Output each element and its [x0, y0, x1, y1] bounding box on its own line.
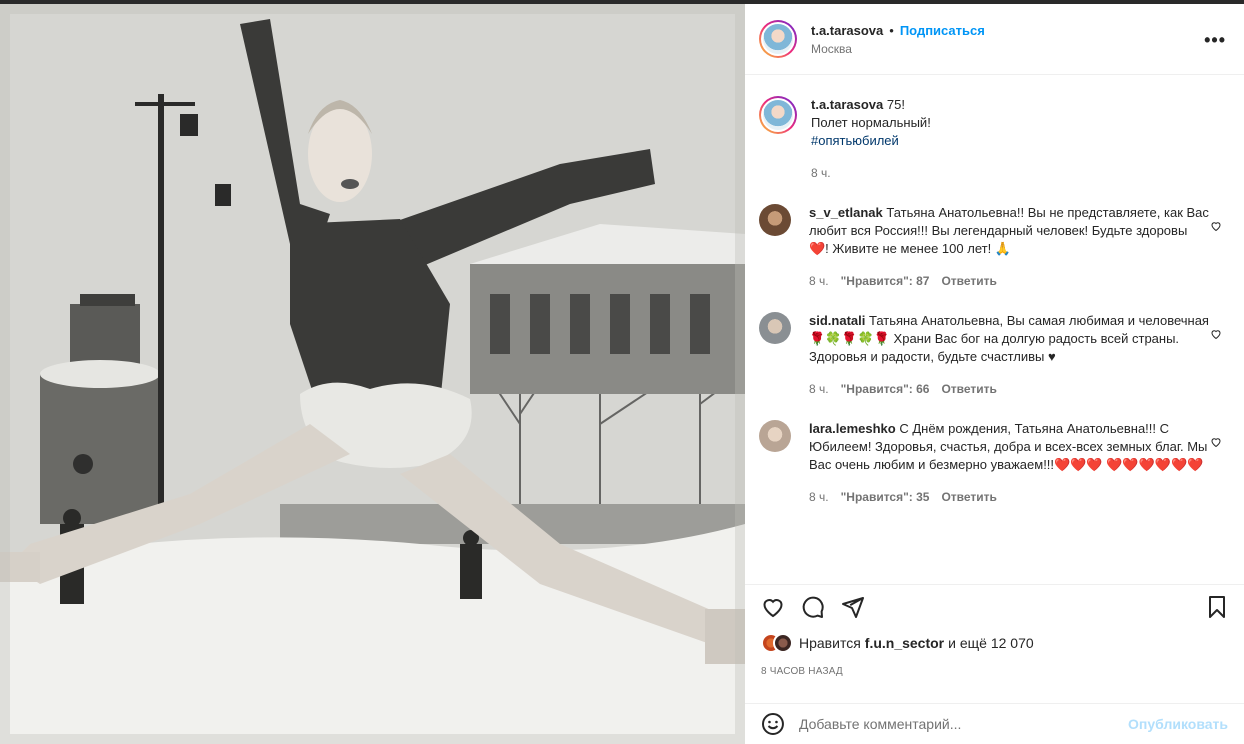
- liker-username[interactable]: f.u.n_sector: [865, 635, 944, 651]
- post-photo[interactable]: [0, 4, 745, 744]
- commenter-avatar[interactable]: [759, 420, 791, 452]
- comment-username[interactable]: lara.lemeshko: [809, 421, 896, 436]
- comment-meta: 8 ч. "Нравится": 35 Ответить: [809, 488, 1209, 506]
- comment-username[interactable]: s_v_etlanak: [809, 205, 883, 220]
- liker-avatar: [773, 633, 793, 653]
- comment-likes[interactable]: "Нравится": 35: [841, 488, 930, 506]
- caption-time: 8 ч.: [811, 166, 831, 180]
- comment-time: 8 ч.: [809, 490, 829, 504]
- author-username[interactable]: t.a.tarasova: [811, 23, 883, 38]
- emoji-icon[interactable]: [761, 712, 785, 736]
- commenter-avatar[interactable]: [759, 312, 791, 344]
- post-dialog: t.a.tarasova • Подписаться Москва ••• t.…: [0, 0, 1244, 744]
- caption-text-line1: 75!: [886, 97, 905, 112]
- publish-button[interactable]: Опубликовать: [1128, 716, 1228, 732]
- share-icon[interactable]: [841, 595, 865, 619]
- post-time-ago: 8 ЧАСОВ НАЗАД: [761, 666, 843, 677]
- add-comment-bar: Опубликовать: [745, 703, 1244, 743]
- author-avatar[interactable]: [759, 20, 797, 58]
- caption-author-avatar[interactable]: [759, 96, 797, 134]
- comment-text: Татьяна Анатольевна, Вы самая любимая и …: [809, 313, 1209, 346]
- likes-summary[interactable]: Нравится f.u.n_sector и ещё 12 070: [761, 633, 1034, 653]
- heart-icon[interactable]: [761, 595, 785, 619]
- comment-likes[interactable]: "Нравится": 66: [841, 380, 930, 398]
- post-location[interactable]: Москва: [811, 42, 985, 56]
- comment-icon[interactable]: [801, 595, 825, 619]
- photo-illustration: [0, 4, 745, 744]
- comment-meta: 8 ч. "Нравится": 66 Ответить: [809, 380, 1209, 398]
- comment-like-icon[interactable]: [1210, 436, 1222, 448]
- comment-text-extra: Здоровья и радости, будьте счастливы ♥: [809, 349, 1056, 364]
- reply-button[interactable]: Ответить: [941, 380, 996, 398]
- caption-text-line2: Полет нормальный!: [811, 115, 931, 130]
- comment-item: s_v_etlanak Татьяна Анатольевна!! Вы не …: [759, 204, 1230, 290]
- comment-like-icon[interactable]: [1210, 220, 1222, 232]
- action-icons: [759, 593, 1229, 623]
- commenter-avatar[interactable]: [759, 204, 791, 236]
- comment-time: 8 ч.: [809, 274, 829, 288]
- caption: t.a.tarasova 75! Полет нормальный! #опят…: [759, 96, 1230, 182]
- reply-button[interactable]: Ответить: [941, 488, 996, 506]
- comment-item: lara.lemeshko С Днём рождения, Татьяна А…: [759, 420, 1230, 506]
- reply-button[interactable]: Ответить: [941, 272, 996, 290]
- caption-hashtag[interactable]: #опятьюбилей: [811, 133, 899, 148]
- follow-button[interactable]: Подписаться: [900, 23, 985, 38]
- likes-count[interactable]: и ещё 12 070: [948, 635, 1034, 651]
- post-header: t.a.tarasova • Подписаться Москва •••: [745, 4, 1244, 75]
- comments-list[interactable]: t.a.tarasova 75! Полет нормальный! #опят…: [745, 76, 1244, 576]
- comment-likes[interactable]: "Нравится": 87: [841, 272, 930, 290]
- post-side-panel: t.a.tarasova • Подписаться Москва ••• t.…: [745, 4, 1244, 744]
- more-options-icon[interactable]: •••: [1204, 30, 1226, 51]
- post-actions: Нравится f.u.n_sector и ещё 12 070 8 ЧАС…: [745, 584, 1244, 744]
- comment-time: 8 ч.: [809, 382, 829, 396]
- comment-meta: 8 ч. "Нравится": 87 Ответить: [809, 272, 1209, 290]
- caption-username[interactable]: t.a.tarasova: [811, 97, 883, 112]
- bookmark-icon[interactable]: [1205, 595, 1229, 619]
- comment-username[interactable]: sid.natali: [809, 313, 865, 328]
- separator-dot: •: [889, 22, 894, 38]
- comment-input[interactable]: [798, 715, 1129, 732]
- comment-like-icon[interactable]: [1210, 328, 1222, 340]
- comment-item: sid.natali Татьяна Анатольевна, Вы самая…: [759, 312, 1230, 398]
- likes-prefix: Нравится: [799, 635, 861, 651]
